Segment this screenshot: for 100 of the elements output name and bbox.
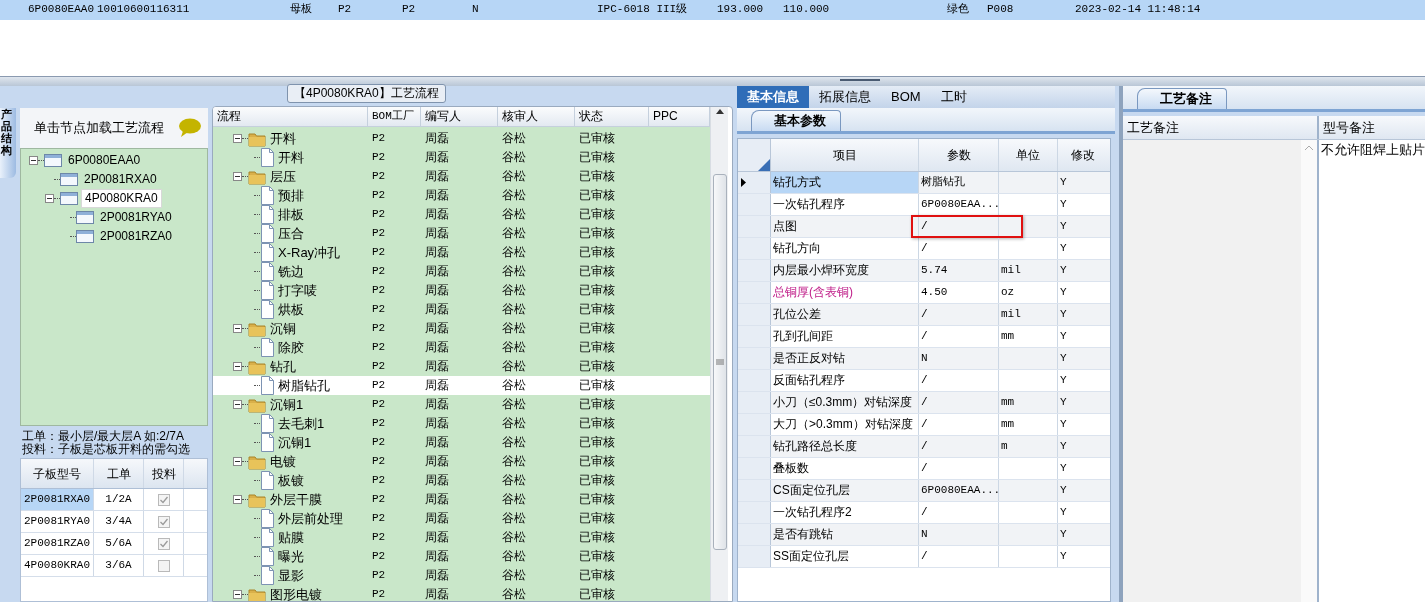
collapse-icon[interactable] (233, 495, 242, 504)
column-header[interactable]: 单位 (999, 139, 1058, 171)
table-cell-text: 母板 (290, 3, 313, 17)
table-row[interactable]: 电镀 P2 周磊 谷松 已审核 (213, 452, 710, 471)
table-row[interactable]: 图形电镀 P2 周磊 谷松 已审核 (213, 585, 710, 601)
collapse-icon[interactable] (233, 134, 242, 143)
tab[interactable]: 工时 (930, 86, 977, 108)
collapse-icon[interactable] (233, 172, 242, 181)
table-cell-text: 谷松 (501, 150, 527, 165)
sub-tab[interactable]: 工艺备注 (1137, 88, 1227, 109)
sub-tab[interactable]: 基本参数 (751, 110, 841, 131)
flow-step-name: 外层干膜 (270, 491, 322, 508)
table-cell: 一次钻孔程序2 (771, 502, 919, 523)
table-row[interactable]: 沉铜1 P2 周磊 谷松 已审核 (213, 395, 710, 414)
collapse-icon[interactable] (233, 400, 242, 409)
table-row[interactable]: 孔位公差 / mil Y (738, 304, 1110, 326)
table-row[interactable]: SS面定位孔层 / Y (738, 546, 1110, 568)
table-cell[interactable]: 2P0081RZA0 (21, 533, 94, 555)
tree-node[interactable]: 4P0080KRA0 (81, 189, 162, 208)
table-cell[interactable]: 2P0081RXA0 (21, 489, 94, 511)
collapse-icon[interactable] (45, 194, 54, 203)
checkbox[interactable] (157, 515, 170, 528)
column-header[interactable]: 核审人 (498, 107, 575, 126)
table-cell-text: 已审核 (578, 473, 616, 488)
table-row[interactable]: 去毛刺1 P2 周磊 谷松 已审核 (213, 414, 710, 433)
table-row[interactable]: 打字唛 P2 周磊 谷松 已审核 (213, 281, 710, 300)
column-header[interactable]: BOM工厂 (368, 107, 421, 126)
table-cell-text: 谷松 (501, 264, 527, 279)
tab[interactable]: 拓展信息 (809, 86, 881, 108)
folder-icon (248, 453, 266, 470)
scroll-up-icon[interactable] (714, 107, 725, 116)
table-row[interactable]: 钻孔路径总长度 / m Y (738, 436, 1110, 458)
checkbox[interactable] (157, 559, 170, 572)
table-row[interactable]: 烘板 P2 周磊 谷松 已审核 (213, 300, 710, 319)
checkbox[interactable] (157, 493, 170, 506)
tree-node[interactable]: 2P0081RZA0 (97, 228, 176, 245)
column-header[interactable]: 修改 (1058, 139, 1108, 171)
column-header[interactable]: 参数 (919, 139, 999, 171)
row-header[interactable] (738, 172, 771, 193)
column-header[interactable]: 流程 (213, 107, 368, 126)
table-row[interactable]: 沉铜 P2 周磊 谷松 已审核 (213, 319, 710, 338)
column-header[interactable]: 工单 (94, 459, 144, 489)
column-header[interactable]: 项目 (771, 139, 919, 171)
table-cell-text: 周磊 (424, 207, 450, 222)
table-row[interactable]: 开料 P2 周磊 谷松 已审核 (213, 129, 710, 148)
column-header[interactable]: 子板型号 (21, 459, 94, 489)
collapse-icon[interactable] (29, 156, 38, 165)
scrollbar-thumb[interactable] (712, 174, 727, 550)
table-cell-text: 周磊 (424, 511, 450, 526)
table-row[interactable]: 预排 P2 周磊 谷松 已审核 (213, 186, 710, 205)
table-row[interactable]: X-Ray冲孔 P2 周磊 谷松 已审核 (213, 243, 710, 262)
table-row[interactable]: 小刀（≤0.3mm）对钻深度 / mm Y (738, 392, 1110, 414)
table-row[interactable]: 钻孔 P2 周磊 谷松 已审核 (213, 357, 710, 376)
collapse-icon[interactable] (233, 457, 242, 466)
table-cell: Y (1060, 307, 1067, 322)
table-row[interactable]: 沉铜1 P2 周磊 谷松 已审核 (213, 433, 710, 452)
table-row[interactable]: 显影 P2 周磊 谷松 已审核 (213, 566, 710, 585)
table-row[interactable]: 铣边 P2 周磊 谷松 已审核 (213, 262, 710, 281)
table-row[interactable]: 除胶 P2 周磊 谷松 已审核 (213, 338, 710, 357)
column-header[interactable]: 状态 (575, 107, 649, 126)
column-header[interactable]: 编写人 (421, 107, 498, 126)
table-cell-text: P2 (371, 435, 387, 450)
panel-title-tab[interactable]: 【4P0080KRA0】工艺流程 (287, 84, 446, 103)
table-row[interactable]: 开料 P2 周磊 谷松 已审核 (213, 148, 710, 167)
column-header[interactable]: 型号备注 (1319, 116, 1425, 139)
table-row[interactable]: 内层最小焊环宽度 5.74 mil Y (738, 260, 1110, 282)
table-row[interactable]: 是否正反对钻 N Y (738, 348, 1110, 370)
table-row[interactable]: 排板 P2 周磊 谷松 已审核 (213, 205, 710, 224)
collapse-icon[interactable] (233, 362, 242, 371)
tree-node[interactable]: 2P0081RXA0 (81, 171, 160, 188)
table-row[interactable]: 曝光 P2 周磊 谷松 已审核 (213, 547, 710, 566)
table-row[interactable]: 外层前处理 P2 周磊 谷松 已审核 (213, 509, 710, 528)
table-row[interactable]: 钻孔方式 树脂钻孔 Y (738, 172, 1110, 194)
column-header[interactable]: 投料 (144, 459, 184, 489)
table-cell: 钻孔路径总长度 (771, 436, 919, 457)
table-row[interactable]: 贴膜 P2 周磊 谷松 已审核 (213, 528, 710, 547)
checkbox[interactable] (157, 537, 170, 550)
collapse-icon[interactable] (233, 590, 242, 599)
table-cell-text: 谷松 (501, 321, 527, 336)
table-row[interactable]: 树脂钻孔 P2 周磊 谷松 已审核 (213, 376, 710, 395)
table-row[interactable]: 层压 P2 周磊 谷松 已审核 (213, 167, 710, 186)
table-row[interactable]: 点图 / Y (738, 216, 1110, 238)
table-row[interactable]: 外层干膜 P2 周磊 谷松 已审核 (213, 490, 710, 509)
collapse-icon[interactable] (233, 324, 242, 333)
flow-step-name: 显影 (278, 567, 304, 584)
table-cell[interactable]: 4P0080KRA0 (21, 555, 94, 577)
tree-node[interactable]: 6P0080EAA0 (65, 152, 144, 169)
tab[interactable]: 基本信息 (737, 86, 809, 108)
side-tab[interactable]: 产品结构 (0, 108, 16, 178)
tab[interactable]: BOM (881, 86, 931, 108)
grip-icon (715, 359, 724, 365)
table-row[interactable]: 压合 P2 周磊 谷松 已审核 (213, 224, 710, 243)
table-cell: 大刀（>0.3mm）对钻深度 (771, 414, 919, 435)
table-row[interactable]: CS面定位孔层 6P0080EAA... Y (738, 480, 1110, 502)
table-row[interactable]: 板镀 P2 周磊 谷松 已审核 (213, 471, 710, 490)
table-row[interactable]: 是否有跳钻 N Y (738, 524, 1110, 546)
table-row[interactable]: 6P0080EAA0 10010600116311 母板 P2 P2 N IPC-6018 III级 193.000 110.000 绿色 P008 2023-02-14 11:48:14 (0, 0, 1425, 20)
table-cell-text: P2 (402, 3, 417, 17)
table-cell[interactable]: 2P0081RYA0 (21, 511, 94, 533)
tree-node[interactable]: 2P0081RYA0 (97, 209, 175, 226)
